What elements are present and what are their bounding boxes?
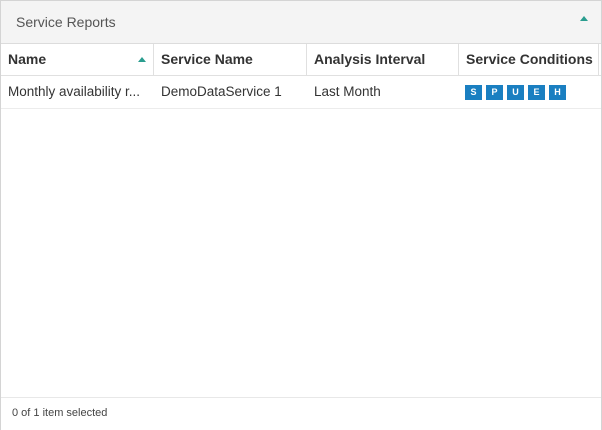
- sort-ascending-icon: [138, 57, 146, 62]
- condition-badge-h: H: [549, 85, 566, 100]
- condition-badge-e: E: [528, 85, 545, 100]
- condition-badge-u: U: [507, 85, 524, 100]
- table-row[interactable]: Monthly availability r... DemoDataServic…: [1, 76, 601, 109]
- cell-analysis-interval: Last Month: [314, 84, 381, 99]
- grid-footer: 0 of 1 item selected: [1, 397, 601, 430]
- column-header-label: Service Name: [161, 51, 253, 67]
- cell-name: Monthly availability r...: [8, 84, 141, 99]
- column-header-label: Service Conditions: [466, 51, 593, 67]
- service-conditions-badges: SPUEH: [465, 85, 570, 100]
- collapse-chevron-up-icon[interactable]: [580, 16, 588, 21]
- column-header-service-conditions[interactable]: Service Conditions: [459, 44, 599, 75]
- column-header-name[interactable]: Name: [1, 44, 154, 75]
- condition-badge-p: P: [486, 85, 503, 100]
- selection-status: 0 of 1 item selected: [12, 407, 108, 419]
- grid-header: Name Service Name Analysis Interval Serv…: [1, 44, 601, 76]
- column-header-label: Analysis Interval: [314, 51, 426, 67]
- column-header-analysis-interval[interactable]: Analysis Interval: [307, 44, 459, 75]
- column-header-label: Name: [8, 51, 47, 67]
- panel-header: Service Reports: [1, 1, 601, 44]
- column-header-service-name[interactable]: Service Name: [154, 44, 307, 75]
- condition-badge-s: S: [465, 85, 482, 100]
- service-reports-panel: Service Reports Name Service Name Analys…: [0, 0, 602, 430]
- panel-title: Service Reports: [16, 14, 116, 30]
- cell-service-name: DemoDataService 1: [161, 84, 282, 99]
